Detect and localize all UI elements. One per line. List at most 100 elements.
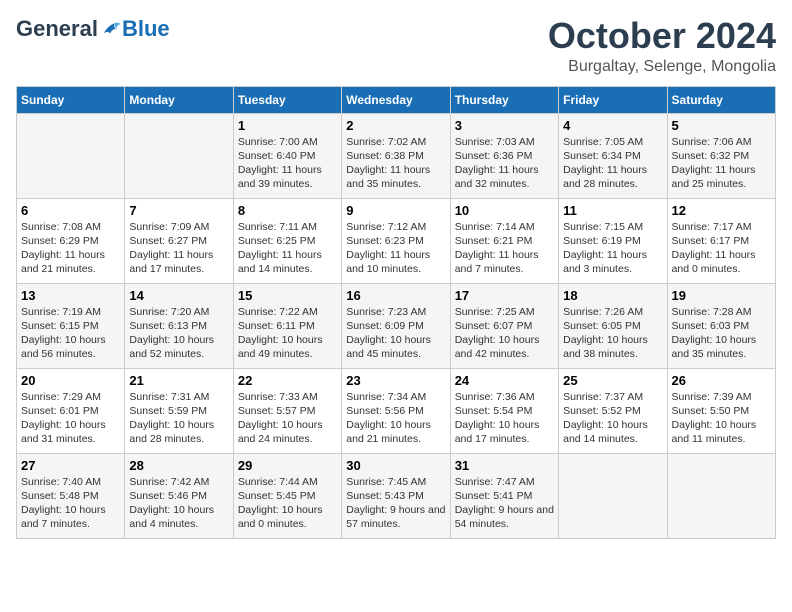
day-header-sunday: Sunday (17, 86, 125, 113)
day-number: 11 (563, 203, 662, 218)
day-number: 12 (672, 203, 771, 218)
calendar-cell: 7 Sunrise: 7:09 AMSunset: 6:27 PMDaylight… (125, 198, 233, 283)
calendar-cell: 25 Sunrise: 7:37 AMSunset: 5:52 PMDayligh… (559, 368, 667, 453)
day-info-text: Sunrise: 7:45 AMSunset: 5:43 PMDaylight:… (346, 475, 445, 532)
calendar-week-row: 20 Sunrise: 7:29 AMSunset: 6:01 PMDayligh… (17, 368, 776, 453)
day-info-text: Sunrise: 7:25 AMSunset: 6:07 PMDaylight:… (455, 305, 554, 362)
day-info-text: Sunrise: 7:11 AMSunset: 6:25 PMDaylight:… (238, 220, 337, 277)
day-info-text: Sunrise: 7:14 AMSunset: 6:21 PMDaylight:… (455, 220, 554, 277)
day-number: 25 (563, 373, 662, 388)
logo-blue-text: Blue (122, 16, 170, 42)
day-info-text: Sunrise: 7:33 AMSunset: 5:57 PMDaylight:… (238, 390, 337, 447)
calendar-cell: 17Sunrise: 7:25 AMSunset: 6:07 PMDayligh… (450, 283, 558, 368)
calendar-cell: 21 Sunrise: 7:31 AMSunset: 5:59 PMDayligh… (125, 368, 233, 453)
calendar-cell: 3 Sunrise: 7:03 AMSunset: 6:36 PMDaylight… (450, 113, 558, 198)
calendar-cell: 16Sunrise: 7:23 AMSunset: 6:09 PMDayligh… (342, 283, 450, 368)
day-info-text: Sunrise: 7:20 AMSunset: 6:13 PMDaylight:… (129, 305, 228, 362)
calendar-cell: 30 Sunrise: 7:45 AMSunset: 5:43 PMDayligh… (342, 453, 450, 538)
day-number: 10 (455, 203, 554, 218)
calendar-cell: 6 Sunrise: 7:08 AMSunset: 6:29 PMDaylight… (17, 198, 125, 283)
day-info-text: Sunrise: 7:19 AMSunset: 6:15 PMDaylight:… (21, 305, 120, 362)
day-number: 7 (129, 203, 228, 218)
calendar-cell: 29 Sunrise: 7:44 AMSunset: 5:45 PMDayligh… (233, 453, 341, 538)
day-info-text: Sunrise: 7:40 AMSunset: 5:48 PMDaylight:… (21, 475, 120, 532)
day-header-wednesday: Wednesday (342, 86, 450, 113)
day-info-text: Sunrise: 7:12 AMSunset: 6:23 PMDaylight:… (346, 220, 445, 277)
day-number: 8 (238, 203, 337, 218)
day-info-text: Sunrise: 7:31 AMSunset: 5:59 PMDaylight:… (129, 390, 228, 447)
calendar-cell: 24Sunrise: 7:36 AMSunset: 5:54 PMDayligh… (450, 368, 558, 453)
day-info-text: Sunrise: 7:23 AMSunset: 6:09 PMDaylight:… (346, 305, 445, 362)
day-number: 23 (346, 373, 445, 388)
day-info-text: Sunrise: 7:09 AMSunset: 6:27 PMDaylight:… (129, 220, 228, 277)
day-number: 26 (672, 373, 771, 388)
day-info-text: Sunrise: 7:34 AMSunset: 5:56 PMDaylight:… (346, 390, 445, 447)
calendar-cell: 8 Sunrise: 7:11 AMSunset: 6:25 PMDaylight… (233, 198, 341, 283)
day-info-text: Sunrise: 7:42 AMSunset: 5:46 PMDaylight:… (129, 475, 228, 532)
calendar-table: SundayMondayTuesdayWednesdayThursdayFrid… (16, 86, 776, 539)
day-header-thursday: Thursday (450, 86, 558, 113)
logo-general-text: General (16, 16, 98, 42)
day-number: 27 (21, 458, 120, 473)
day-number: 3 (455, 118, 554, 133)
month-title: October 2024 (548, 16, 776, 56)
calendar-cell: 18Sunrise: 7:26 AMSunset: 6:05 PMDayligh… (559, 283, 667, 368)
calendar-cell: 13 Sunrise: 7:19 AMSunset: 6:15 PMDayligh… (17, 283, 125, 368)
day-info-text: Sunrise: 7:44 AMSunset: 5:45 PMDaylight:… (238, 475, 337, 532)
calendar-cell (17, 113, 125, 198)
day-info-text: Sunrise: 7:08 AMSunset: 6:29 PMDaylight:… (21, 220, 120, 277)
day-info-text: Sunrise: 7:00 AMSunset: 6:40 PMDaylight:… (238, 135, 337, 192)
day-info-text: Sunrise: 7:17 AMSunset: 6:17 PMDaylight:… (672, 220, 771, 277)
calendar-cell: 22 Sunrise: 7:33 AMSunset: 5:57 PMDayligh… (233, 368, 341, 453)
location-subtitle: Burgaltay, Selenge, Mongolia (548, 58, 776, 76)
calendar-cell: 4 Sunrise: 7:05 AMSunset: 6:34 PMDaylight… (559, 113, 667, 198)
day-number: 30 (346, 458, 445, 473)
day-number: 5 (672, 118, 771, 133)
day-info-text: Sunrise: 7:29 AMSunset: 6:01 PMDaylight:… (21, 390, 120, 447)
day-header-friday: Friday (559, 86, 667, 113)
calendar-cell: 1 Sunrise: 7:00 AMSunset: 6:40 PMDaylight… (233, 113, 341, 198)
day-info-text: Sunrise: 7:15 AMSunset: 6:19 PMDaylight:… (563, 220, 662, 277)
day-info-text: Sunrise: 7:47 AMSunset: 5:41 PMDaylight:… (455, 475, 554, 532)
day-number: 20 (21, 373, 120, 388)
day-info-text: Sunrise: 7:05 AMSunset: 6:34 PMDaylight:… (563, 135, 662, 192)
calendar-cell: 27 Sunrise: 7:40 AMSunset: 5:48 PMDayligh… (17, 453, 125, 538)
logo-bird-icon (100, 18, 122, 40)
day-info-text: Sunrise: 7:03 AMSunset: 6:36 PMDaylight:… (455, 135, 554, 192)
title-block: October 2024 Burgaltay, Selenge, Mongoli… (548, 16, 776, 76)
day-info-text: Sunrise: 7:39 AMSunset: 5:50 PMDaylight:… (672, 390, 771, 447)
day-number: 31 (455, 458, 554, 473)
calendar-header-row: SundayMondayTuesdayWednesdayThursdayFrid… (17, 86, 776, 113)
day-number: 15 (238, 288, 337, 303)
day-number: 14 (129, 288, 228, 303)
page-header: General Blue October 2024 Burgaltay, Sel… (16, 16, 776, 76)
calendar-cell: 23 Sunrise: 7:34 AMSunset: 5:56 PMDayligh… (342, 368, 450, 453)
day-header-saturday: Saturday (667, 86, 775, 113)
day-header-monday: Monday (125, 86, 233, 113)
calendar-cell: 15 Sunrise: 7:22 AMSunset: 6:11 PMDayligh… (233, 283, 341, 368)
day-number: 28 (129, 458, 228, 473)
logo: General Blue (16, 16, 170, 42)
calendar-cell: 31 Sunrise: 7:47 AMSunset: 5:41 PMDayligh… (450, 453, 558, 538)
calendar-cell: 26 Sunrise: 7:39 AMSunset: 5:50 PMDayligh… (667, 368, 775, 453)
calendar-cell: 14 Sunrise: 7:20 AMSunset: 6:13 PMDayligh… (125, 283, 233, 368)
day-number: 22 (238, 373, 337, 388)
day-info-text: Sunrise: 7:37 AMSunset: 5:52 PMDaylight:… (563, 390, 662, 447)
day-number: 1 (238, 118, 337, 133)
day-number: 13 (21, 288, 120, 303)
day-info-text: Sunrise: 7:22 AMSunset: 6:11 PMDaylight:… (238, 305, 337, 362)
day-number: 21 (129, 373, 228, 388)
day-number: 4 (563, 118, 662, 133)
day-number: 2 (346, 118, 445, 133)
day-info-text: Sunrise: 7:28 AMSunset: 6:03 PMDaylight:… (672, 305, 771, 362)
calendar-week-row: 13 Sunrise: 7:19 AMSunset: 6:15 PMDayligh… (17, 283, 776, 368)
calendar-cell: 20 Sunrise: 7:29 AMSunset: 6:01 PMDayligh… (17, 368, 125, 453)
calendar-cell: 2 Sunrise: 7:02 AMSunset: 6:38 PMDaylight… (342, 113, 450, 198)
day-info-text: Sunrise: 7:02 AMSunset: 6:38 PMDaylight:… (346, 135, 445, 192)
calendar-week-row: 1 Sunrise: 7:00 AMSunset: 6:40 PMDaylight… (17, 113, 776, 198)
calendar-cell: 19 Sunrise: 7:28 AMSunset: 6:03 PMDayligh… (667, 283, 775, 368)
calendar-cell (125, 113, 233, 198)
day-number: 19 (672, 288, 771, 303)
day-number: 29 (238, 458, 337, 473)
day-number: 6 (21, 203, 120, 218)
